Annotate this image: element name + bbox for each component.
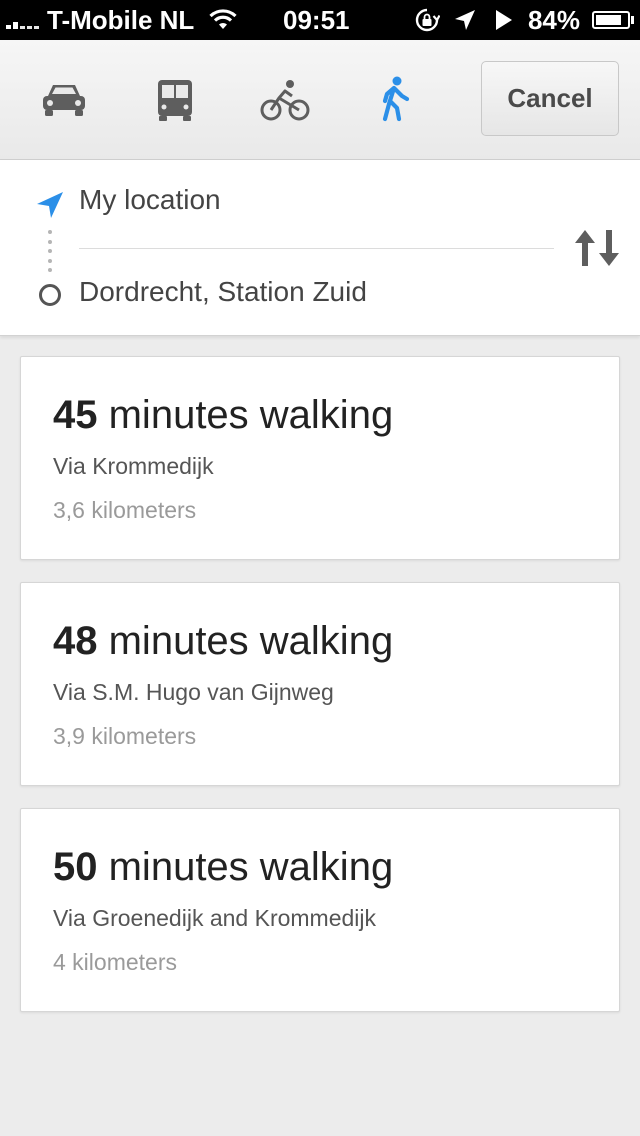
travel-mode-toolbar: Cancel	[0, 40, 640, 160]
route-minutes: 50	[53, 845, 98, 889]
route-result-card[interactable]: 50 minutes walking Via Groenedijk and Kr…	[20, 808, 620, 1012]
route-result-card[interactable]: 45 minutes walking Via Krommedijk 3,6 ki…	[20, 356, 620, 560]
route-duration-suffix: minutes walking	[97, 393, 394, 437]
origin-field[interactable]: My location	[79, 184, 221, 216]
route-distance: 3,9 kilometers	[53, 723, 197, 749]
mode-driving-button[interactable]	[36, 72, 92, 128]
route-duration: 48 minutes walking	[53, 619, 393, 664]
bus-icon	[158, 80, 192, 121]
carrier-name: T-Mobile NL	[47, 4, 195, 35]
route-duration: 50 minutes walking	[53, 845, 393, 890]
bicycle-icon	[260, 80, 310, 121]
mode-transit-button[interactable]	[147, 72, 203, 128]
rotation-lock-icon	[415, 8, 440, 32]
route-dots	[48, 230, 52, 272]
route-duration: 45 minutes walking	[53, 393, 393, 438]
route-via: Via Krommedijk	[53, 453, 214, 479]
route-duration-suffix: minutes walking	[97, 619, 394, 663]
route-panel: My location Dordrecht, Station Zuid	[0, 160, 640, 336]
location-arrow-icon	[454, 10, 475, 30]
route-divider	[79, 248, 554, 249]
signal-icon	[6, 11, 39, 29]
route-distance: 3,6 kilometers	[53, 497, 197, 523]
route-via: Via S.M. Hugo van Gijnweg	[53, 679, 334, 705]
swap-icon[interactable]	[572, 228, 622, 268]
destination-circle-icon	[39, 284, 61, 306]
status-bar: T-Mobile NL 09:51 84%	[0, 0, 640, 40]
play-icon	[495, 10, 512, 30]
battery-percent: 84%	[527, 4, 580, 35]
status-time: 09:51	[283, 5, 350, 35]
battery-icon	[592, 11, 634, 29]
mode-walking-button[interactable]	[367, 72, 423, 128]
mode-cycling-button[interactable]	[257, 72, 313, 128]
wifi-icon	[209, 9, 237, 29]
route-result-card[interactable]: 48 minutes walking Via S.M. Hugo van Gij…	[20, 582, 620, 786]
destination-field[interactable]: Dordrecht, Station Zuid	[79, 276, 367, 308]
route-minutes: 45	[53, 393, 98, 437]
route-minutes: 48	[53, 619, 98, 663]
route-via: Via Groenedijk and Krommedijk	[53, 905, 377, 931]
navigation-arrow-icon	[37, 192, 63, 218]
route-duration-suffix: minutes walking	[97, 845, 394, 889]
car-icon	[43, 85, 85, 116]
walking-icon	[382, 76, 410, 122]
route-distance: 4 kilometers	[53, 949, 177, 975]
cancel-button[interactable]: Cancel	[481, 61, 619, 136]
